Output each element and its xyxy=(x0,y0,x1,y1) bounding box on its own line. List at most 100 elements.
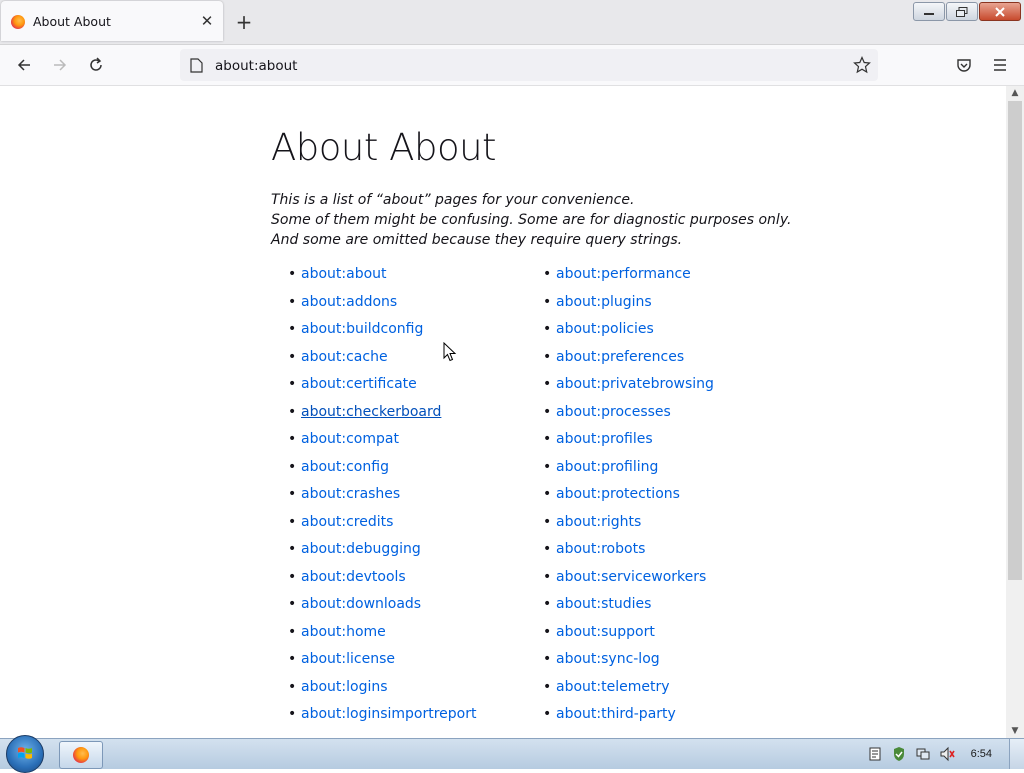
about-link[interactable]: about:robots xyxy=(556,541,645,557)
about-link-item: about:loginsimportreport xyxy=(288,701,477,729)
about-link[interactable]: about:license xyxy=(301,651,395,667)
about-link-item: about:compat xyxy=(288,426,477,454)
about-link-item: about:plugins xyxy=(543,289,714,317)
tab-about-about[interactable]: About About ✕ xyxy=(1,1,223,41)
page-title: About About xyxy=(271,126,497,169)
about-link-item: about:support xyxy=(543,619,714,647)
scroll-up-arrow-icon[interactable]: ▲ xyxy=(1006,86,1024,100)
security-shield-icon[interactable] xyxy=(891,746,907,762)
window-controls xyxy=(913,2,1021,21)
forward-arrow-icon xyxy=(54,59,67,71)
about-link[interactable]: about:studies xyxy=(556,596,651,612)
about-link[interactable]: about:credits xyxy=(301,514,393,530)
about-link[interactable]: about:devtools xyxy=(301,569,406,585)
about-link[interactable]: about:third-party xyxy=(556,706,676,722)
about-link[interactable]: about:preferences xyxy=(556,349,684,365)
windows-taskbar: 6:54 xyxy=(0,735,1024,773)
reload-button[interactable] xyxy=(85,54,107,76)
show-desktop-button[interactable] xyxy=(1009,739,1024,769)
about-links-left-column: about:about about:addons about:buildconfig… xyxy=(288,261,477,729)
tab-strip: About About ✕ + xyxy=(0,0,1024,45)
pocket-button[interactable] xyxy=(953,54,975,76)
action-center-icon[interactable] xyxy=(867,746,883,762)
about-link-item: about:preferences xyxy=(543,344,714,372)
url-text: about:about xyxy=(215,58,298,74)
about-link[interactable]: about:compat xyxy=(301,431,399,447)
about-link[interactable]: about:home xyxy=(301,624,386,640)
taskbar-clock[interactable]: 6:54 xyxy=(971,748,992,760)
about-link-item: about:studies xyxy=(543,591,714,619)
about-link[interactable]: about:telemetry xyxy=(556,679,670,695)
about-link-item: about:checkerboard xyxy=(288,399,477,427)
about-link[interactable]: about:protections xyxy=(556,486,680,502)
about-link[interactable]: about:sync-log xyxy=(556,651,660,667)
vertical-scrollbar[interactable]: ▲ ▼ xyxy=(1006,86,1024,738)
about-link[interactable]: about:profiling xyxy=(556,459,658,475)
about-link-item: about:third-party xyxy=(543,701,714,729)
about-link[interactable]: about:buildconfig xyxy=(301,321,423,337)
about-link[interactable]: about:certificate xyxy=(301,376,417,392)
mouse-cursor-icon xyxy=(443,342,457,362)
about-link-item: about:downloads xyxy=(288,591,477,619)
about-link-item: about:rights xyxy=(543,509,714,537)
forward-button[interactable] xyxy=(49,54,71,76)
about-link[interactable]: about:performance xyxy=(556,266,691,282)
about-link[interactable]: about:profiles xyxy=(556,431,653,447)
about-link-item: about:certificate xyxy=(288,371,477,399)
about-link[interactable]: about:plugins xyxy=(556,294,652,310)
volume-muted-icon[interactable] xyxy=(939,746,955,762)
minimize-button[interactable] xyxy=(913,2,945,21)
about-link-item: about:about xyxy=(288,261,477,289)
intro-line-3: And some are omitted because they requir… xyxy=(271,232,683,248)
about-link[interactable]: about:privatebrowsing xyxy=(556,376,714,392)
about-link-item: about:processes xyxy=(543,399,714,427)
about-link-item: about:performance xyxy=(543,261,714,289)
about-link-item: about:credits xyxy=(288,509,477,537)
about-link[interactable]: about:config xyxy=(301,459,389,475)
about-link-item: about:buildconfig xyxy=(288,316,477,344)
about-link[interactable]: about:downloads xyxy=(301,596,421,612)
pocket-icon xyxy=(957,59,971,72)
plus-icon: + xyxy=(235,10,253,34)
scroll-down-arrow-icon[interactable]: ▼ xyxy=(1006,724,1024,738)
scroll-thumb[interactable] xyxy=(1008,101,1022,580)
taskbar-firefox-button[interactable] xyxy=(59,741,103,769)
about-link[interactable]: about:processes xyxy=(556,404,671,420)
back-arrow-icon xyxy=(17,59,30,71)
about-link[interactable]: about:checkerboard xyxy=(301,404,441,420)
menu-button[interactable] xyxy=(989,54,1011,76)
about-link-item: about:protections xyxy=(543,481,714,509)
restore-icon xyxy=(956,6,968,17)
new-tab-button[interactable]: + xyxy=(232,11,256,35)
tab-title: About About xyxy=(33,14,111,29)
about-link[interactable]: about:logins xyxy=(301,679,388,695)
windows-logo-icon xyxy=(18,747,32,759)
about-link[interactable]: about:addons xyxy=(301,294,397,310)
close-icon[interactable]: ✕ xyxy=(197,11,217,31)
url-bar[interactable]: about:about xyxy=(180,49,878,81)
bookmark-star-icon[interactable] xyxy=(853,56,871,74)
about-link[interactable]: about:debugging xyxy=(301,541,421,557)
start-button[interactable] xyxy=(6,735,44,773)
about-link[interactable]: about:about xyxy=(301,266,387,282)
about-link-item: about:addons xyxy=(288,289,477,317)
about-link-item: about:crashes xyxy=(288,481,477,509)
about-link[interactable]: about:loginsimportreport xyxy=(301,706,477,722)
about-link[interactable]: about:crashes xyxy=(301,486,400,502)
network-icon[interactable] xyxy=(915,746,931,762)
about-link[interactable]: about:support xyxy=(556,624,655,640)
about-link[interactable]: about:cache xyxy=(301,349,388,365)
restore-button[interactable] xyxy=(946,2,978,21)
intro-text: This is a list of “about” pages for your… xyxy=(271,190,791,250)
firefox-favicon-icon xyxy=(11,15,25,29)
navigation-toolbar: about:about xyxy=(0,45,1024,86)
hamburger-menu-icon xyxy=(994,59,1006,71)
about-link-item: about:sync-log xyxy=(543,646,714,674)
about-link[interactable]: about:serviceworkers xyxy=(556,569,706,585)
minimize-icon xyxy=(924,12,934,15)
about-link[interactable]: about:rights xyxy=(556,514,641,530)
close-window-button[interactable] xyxy=(979,2,1021,21)
back-button[interactable] xyxy=(13,54,35,76)
about-link[interactable]: about:policies xyxy=(556,321,654,337)
intro-line-2: Some of them might be confusing. Some ar… xyxy=(271,212,792,228)
